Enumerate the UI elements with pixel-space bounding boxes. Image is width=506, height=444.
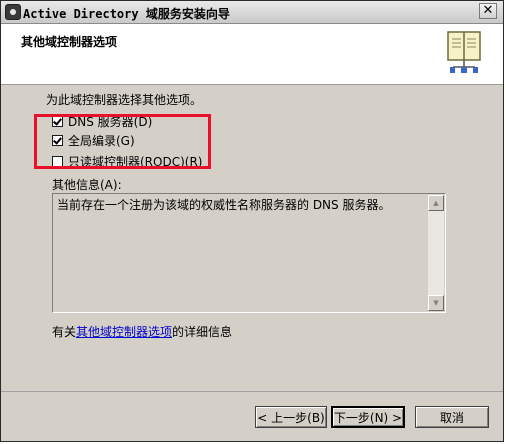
back-button[interactable]: < 上一步(B) — [255, 406, 327, 428]
next-button[interactable]: 下一步(N) > — [331, 406, 405, 428]
cancel-button[interactable]: 取消 — [415, 406, 489, 428]
wizard-window: Active Directory 域服务安装向导 ✕ 其他域控制器选项 为此域控… — [0, 0, 504, 442]
close-button[interactable]: ✕ — [479, 3, 497, 19]
page-title: 其他域控制器选项 — [21, 35, 118, 49]
button-bar: < 上一步(B) 下一步(N) > 取消 — [1, 391, 503, 444]
app-icon — [5, 4, 21, 20]
title-bar[interactable]: Active Directory 域服务安装向导 ✕ — [1, 1, 503, 24]
more-info-line: 有关其他域控制器选项的详细信息 — [52, 323, 232, 340]
scroll-up-icon[interactable]: ▲ — [428, 195, 444, 211]
more-info-link[interactable]: 其他域控制器选项 — [76, 325, 172, 339]
book-icon — [447, 31, 481, 73]
info-label: 其他信息(A): — [52, 178, 122, 192]
info-textbox[interactable]: 当前存在一个注册为该域的权威性名称服务器的 DNS 服务器。 ▲ ▼ — [52, 193, 446, 313]
window-title: Active Directory 域服务安装向导 — [23, 7, 230, 21]
vertical-scrollbar[interactable]: ▲ ▼ — [428, 195, 444, 311]
more-info-prefix: 有关 — [52, 325, 77, 339]
more-info-suffix: 的详细信息 — [172, 325, 233, 339]
scroll-down-icon[interactable]: ▼ — [428, 295, 444, 311]
wizard-header: 其他域控制器选项 — [1, 24, 503, 85]
highlight-box — [34, 114, 211, 169]
info-text: 当前存在一个注册为该域的权威性名称服务器的 DNS 服务器。 — [57, 198, 391, 212]
intro-text: 为此域控制器选择其他选项。 — [46, 93, 203, 107]
